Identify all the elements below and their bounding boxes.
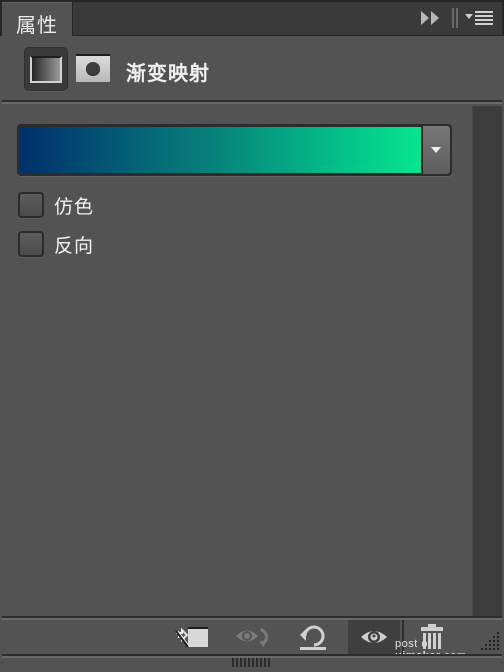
- drag-grip-icon[interactable]: [232, 658, 272, 668]
- dither-option[interactable]: 仿色: [18, 191, 218, 219]
- reverse-label: 反向: [54, 234, 95, 257]
- panel-divider-icon: [452, 8, 458, 28]
- adjustment-content: [2, 106, 472, 616]
- vertical-scrollbar[interactable]: [472, 106, 502, 616]
- reset-to-defaults-button[interactable]: [288, 620, 338, 654]
- tab-properties-label: 属性: [16, 13, 58, 37]
- eye-icon: [361, 631, 387, 643]
- clip-layer-icon: [175, 627, 208, 648]
- panel-menu-icon[interactable]: [465, 10, 495, 26]
- gradient-map-thumbnail-icon: [30, 56, 62, 83]
- panel-tabbar: 属性: [0, 0, 504, 39]
- layer-mask-icon: [86, 62, 100, 75]
- double-chevron-right-icon[interactable]: [421, 11, 441, 25]
- watermark-prefix: post of: [395, 638, 432, 650]
- layer-mask-button[interactable]: [76, 54, 110, 82]
- reverse-option[interactable]: 反向: [18, 230, 218, 258]
- tab-properties[interactable]: 属性: [2, 2, 72, 39]
- gradient-picker[interactable]: [17, 124, 452, 176]
- clip-to-layer-button[interactable]: [170, 620, 214, 654]
- gradient-dropdown-button[interactable]: [423, 126, 450, 174]
- toggle-visibility-button[interactable]: [348, 620, 400, 654]
- gradient-map-thumbnail-button[interactable]: [24, 47, 68, 91]
- chevron-down-icon: [431, 147, 441, 153]
- undo-icon: [300, 625, 326, 650]
- dither-label: 仿色: [54, 195, 95, 218]
- adjustment-title: 渐变映射: [126, 61, 210, 85]
- view-previous-state-button[interactable]: [228, 620, 278, 654]
- eye-reset-icon: [236, 627, 268, 647]
- header-divider: [2, 100, 502, 104]
- gradient-swatch[interactable]: [20, 127, 421, 173]
- reverse-checkbox[interactable]: [18, 231, 44, 257]
- dither-checkbox[interactable]: [18, 192, 44, 218]
- resize-grip-icon[interactable]: [480, 632, 500, 654]
